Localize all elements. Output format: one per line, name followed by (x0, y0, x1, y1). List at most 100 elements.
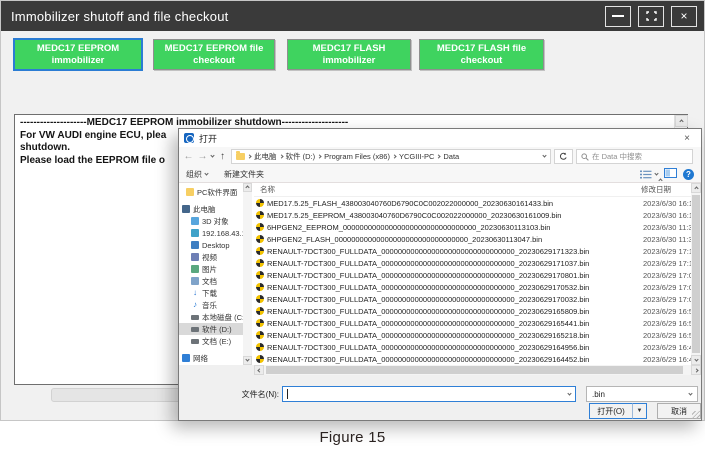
file-row[interactable]: RENAULT-7DCT300_FULLDATA_000000000000000… (254, 245, 691, 257)
sidebar-item-label: 图片 (202, 264, 217, 275)
file-row[interactable]: RENAULT-7DCT300_FULLDATA_000000000000000… (254, 281, 691, 293)
scroll-up-arrow-icon[interactable] (675, 115, 688, 127)
scroll-left-arrow-icon[interactable] (254, 365, 264, 375)
file-name: RENAULT-7DCT300_FULLDATA_000000000000000… (267, 343, 640, 352)
sidebar-item[interactable]: 此电脑 (179, 203, 243, 215)
sidebar-scrollbar[interactable] (243, 183, 252, 365)
maximize-icon (646, 11, 657, 21)
file-name: RENAULT-7DCT300_FULLDATA_000000000000000… (267, 259, 640, 268)
sidebar-item[interactable]: PC软件界面 (179, 186, 243, 198)
sidebar-item[interactable]: 3D 对象 (179, 215, 243, 227)
breadcrumb-dropdown-icon[interactable] (542, 153, 546, 157)
scroll-down-arrow-icon[interactable] (243, 356, 252, 365)
column-header-date[interactable]: 修改日期 (641, 184, 691, 195)
preview-pane-button[interactable] (664, 168, 677, 180)
scroll-right-arrow-icon[interactable] (691, 365, 701, 375)
file-row[interactable]: RENAULT-7DCT300_FULLDATA_000000000000000… (254, 329, 691, 341)
sidebar-item[interactable]: 图片 (179, 263, 243, 275)
button-label-line2: checkout (154, 55, 274, 67)
file-name: 6HPGEN2_FLASH_00000000000000000000000000… (267, 235, 640, 244)
breadcrumb-segment[interactable]: 此电脑 (254, 151, 277, 162)
new-folder-label: 新建文件夹 (224, 169, 264, 180)
sidebar-item-label: Desktop (202, 241, 230, 250)
up-button[interactable]: ↑ (217, 152, 228, 162)
scroll-down-arrow-icon[interactable] (691, 355, 701, 365)
file-row[interactable]: 6HPGEN2_FLASH_00000000000000000000000000… (254, 233, 691, 245)
file-row[interactable]: RENAULT-7DCT300_FULLDATA_000000000000000… (254, 257, 691, 269)
file-row[interactable]: RENAULT-7DCT300_FULLDATA_000000000000000… (254, 341, 691, 353)
file-row[interactable]: RENAULT-7DCT300_FULLDATA_000000000000000… (254, 305, 691, 317)
sidebar-item[interactable]: 文档 (179, 275, 243, 287)
breadcrumb-segment[interactable]: Data (443, 152, 459, 161)
scroll-up-arrow-icon[interactable] (243, 183, 252, 192)
breadcrumb-segment[interactable]: Program Files (x86) (324, 152, 390, 161)
view-mode-button[interactable] (640, 170, 658, 179)
file-row[interactable]: MED17.5.25_EEPROM_438003040760D6790C0C00… (254, 209, 691, 221)
file-date: 2023/6/29 17:0 (643, 283, 691, 292)
videos-icon (191, 253, 199, 261)
open-button[interactable]: 打开(O) (589, 403, 633, 419)
chevron-right-icon (437, 154, 441, 158)
network-icon (182, 354, 190, 362)
close-button[interactable]: × (671, 6, 697, 27)
scrollbar-thumb[interactable] (266, 366, 683, 374)
app-icon (184, 133, 194, 143)
dialog-body: PC软件界面此电脑3D 对象192.168.43.187Desktop视频图片文… (179, 183, 701, 365)
file-row[interactable]: 6HPGEN2_EEPROM_0000000000000000000000000… (254, 221, 691, 233)
refresh-button[interactable] (554, 149, 573, 164)
file-row[interactable]: RENAULT-7DCT300_FULLDATA_000000000000000… (254, 317, 691, 329)
new-folder-button[interactable]: 新建文件夹 (224, 169, 264, 180)
sidebar-item[interactable]: 视频 (179, 251, 243, 263)
file-row[interactable]: MED17.5.25_FLASH_438003040760D6790C0C002… (254, 197, 691, 209)
help-button[interactable]: ? (683, 169, 694, 180)
scroll-up-arrow-icon[interactable] (691, 183, 701, 193)
sidebar-item[interactable]: 文档 (E:) (179, 335, 243, 347)
column-header-name[interactable]: 名称 (260, 184, 641, 195)
resize-grip-icon[interactable] (692, 411, 700, 419)
sidebar-item[interactable]: 软件 (D:) (179, 323, 243, 335)
open-button-label: 打开(O) (597, 406, 625, 417)
scrollbar-thumb[interactable] (692, 195, 700, 353)
button-label-line1: MEDC17 FLASH (288, 43, 410, 55)
breadcrumb[interactable]: 此电脑软件 (D:) Program Files (x86) YCGIII-PC Da… (231, 149, 551, 164)
sidebar-item[interactable]: 192.168.43.187 (179, 227, 243, 239)
breadcrumb-segment[interactable]: 软件 (D:) (286, 151, 316, 162)
forward-button[interactable]: → (197, 152, 208, 162)
recent-locations-icon[interactable] (210, 153, 214, 157)
back-button[interactable]: ← (183, 152, 194, 162)
sidebar-item[interactable]: 网络 (179, 352, 243, 364)
cancel-button-label: 取消 (671, 406, 687, 417)
search-placeholder: 在 Data 中搜索 (592, 151, 642, 162)
dialog-close-button[interactable]: × (678, 133, 696, 144)
file-list-scrollbar[interactable] (691, 183, 701, 365)
open-button-dropdown[interactable]: ▼ (632, 403, 647, 419)
minimize-button[interactable] (605, 6, 631, 27)
horizontal-scrollbar[interactable] (254, 365, 701, 375)
file-row[interactable]: RENAULT-7DCT300_FULLDATA_000000000000000… (254, 293, 691, 305)
chevron-down-icon[interactable] (567, 391, 571, 395)
bin-file-icon (256, 307, 264, 315)
search-input[interactable]: 在 Data 中搜索 (576, 149, 693, 164)
sidebar-item[interactable]: ♪音乐 (179, 299, 243, 311)
file-row[interactable]: RENAULT-7DCT300_FULLDATA_000000000000000… (254, 353, 691, 365)
sidebar-item[interactable]: ↓下载 (179, 287, 243, 299)
file-row[interactable]: RENAULT-7DCT300_FULLDATA_000000000000000… (254, 269, 691, 281)
filetype-select[interactable]: .bin (586, 386, 698, 402)
bin-file-icon (256, 211, 264, 219)
file-name: RENAULT-7DCT300_FULLDATA_000000000000000… (267, 271, 640, 280)
sidebar-item-label: 下载 (202, 288, 217, 299)
button-label-line1: MEDC17 EEPROM (15, 43, 141, 55)
sidebar-item[interactable]: 本地磁盘 (C:) (179, 311, 243, 323)
button-label-line2: immobilizer (288, 55, 410, 67)
file-date: 2023/6/29 17:0 (643, 271, 691, 280)
breadcrumb-segment[interactable]: YCGIII-PC (399, 152, 434, 161)
filename-input[interactable] (282, 386, 576, 402)
medc17-eeprom-file-checkout-button[interactable]: MEDC17 EEPROM file checkout (153, 39, 275, 70)
medc17-flash-immobilizer-button[interactable]: MEDC17 FLASH immobilizer (287, 39, 411, 70)
sidebar-item[interactable]: Desktop (179, 239, 243, 251)
medc17-eeprom-immobilizer-button[interactable]: MEDC17 EEPROM immobilizer (14, 39, 142, 70)
maximize-button[interactable] (638, 6, 664, 27)
filename-label: 文件名(N): (179, 389, 279, 400)
organize-menu[interactable]: 组织 (186, 169, 208, 180)
medc17-flash-file-checkout-button[interactable]: MEDC17 FLASH file checkout (419, 39, 544, 70)
